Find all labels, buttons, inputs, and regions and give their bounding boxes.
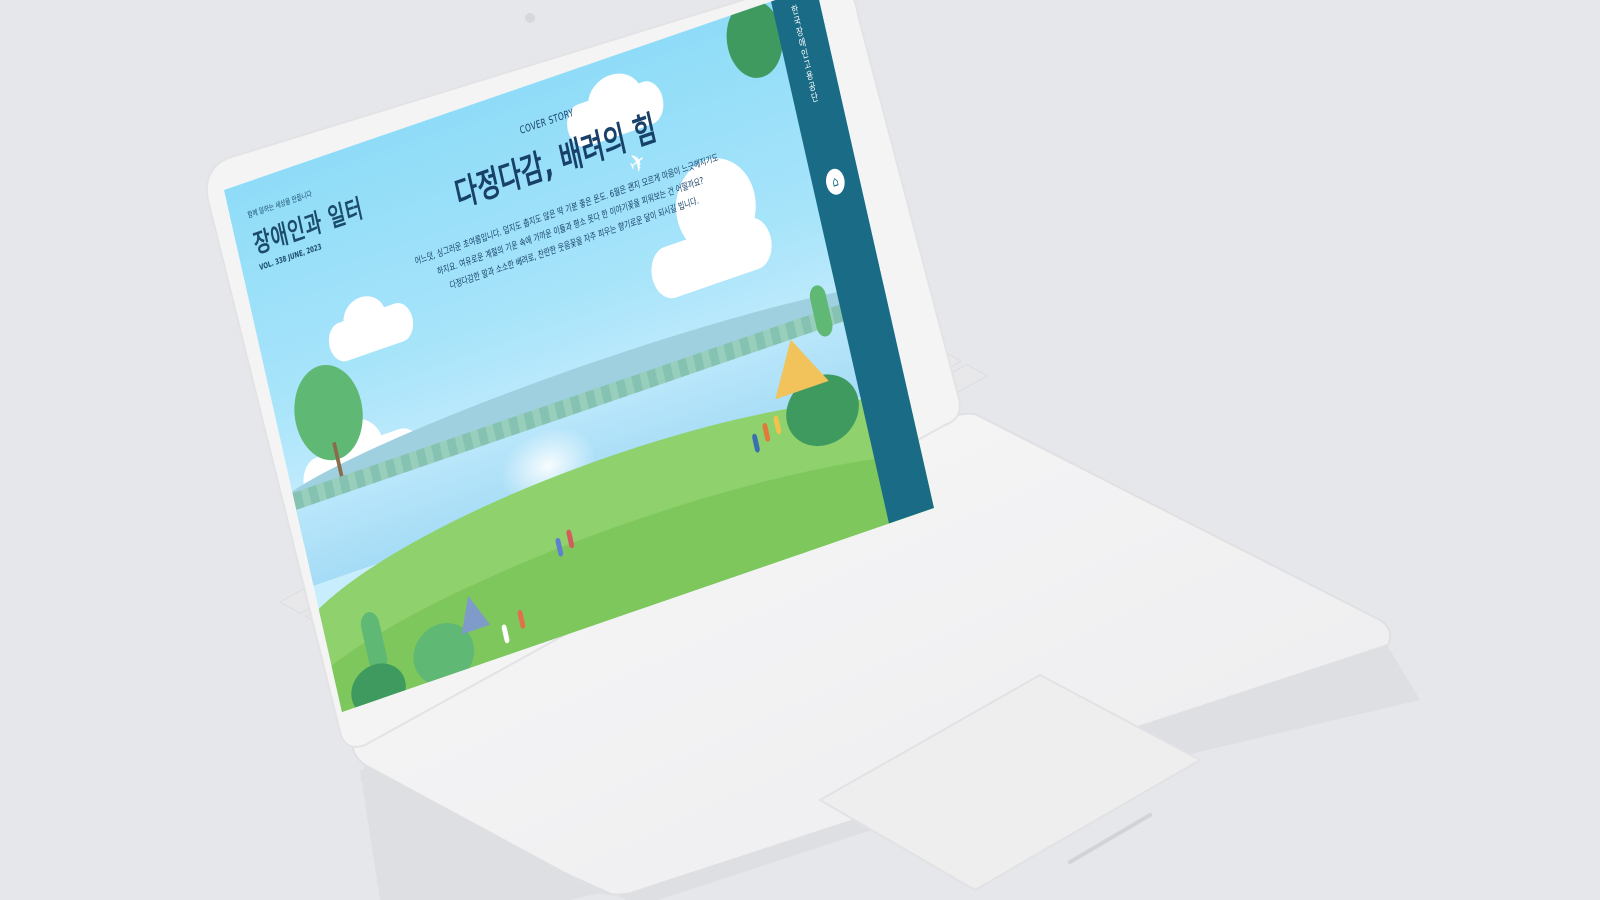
camera-icon	[525, 13, 535, 23]
home-icon[interactable]: ⌂	[823, 166, 848, 198]
publisher-label[interactable]: 한국장애인고용공단	[789, 3, 821, 105]
magazine-masthead: 함께 일하는 세상을 만듭니다 장애인과 일터 VOL. 338 JUNE, 2…	[246, 172, 369, 273]
laptop-mockup-scene: ✈ 함께 일하는 세상을 만듭니다 장애인과 일터 VOL. 338 JUNE,…	[0, 0, 1600, 900]
